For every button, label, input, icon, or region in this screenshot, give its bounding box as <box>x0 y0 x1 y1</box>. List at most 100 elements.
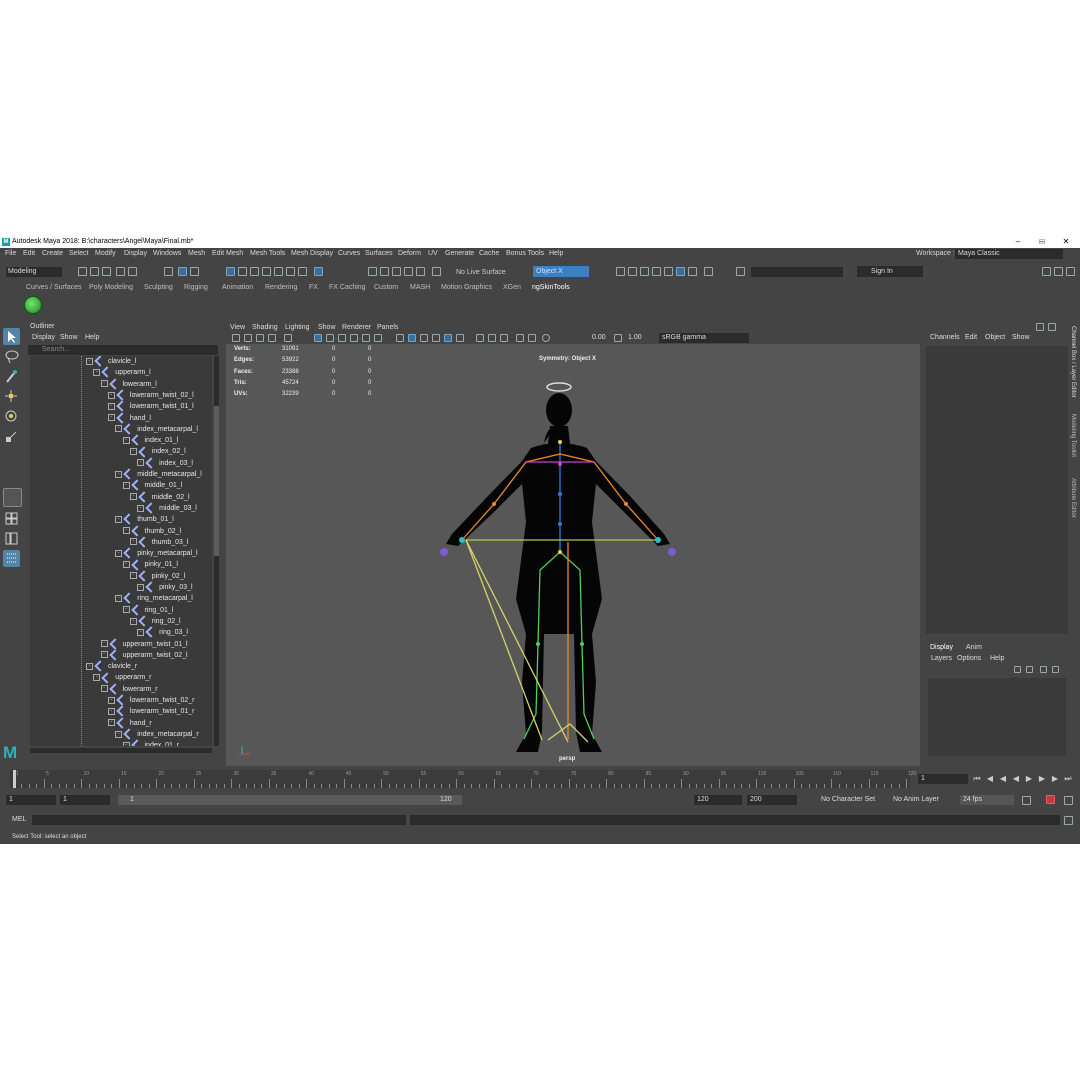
menu-select[interactable]: Select <box>69 250 88 257</box>
snap-surface-icon[interactable] <box>432 267 441 276</box>
expand-toggle-icon[interactable]: - <box>137 628 145 636</box>
playback-end-field[interactable]: 120 <box>694 795 742 805</box>
layer-tab-display[interactable]: Display <box>930 644 953 651</box>
side-tab-attribute-editor[interactable]: Attribute Editor <box>1070 478 1076 518</box>
outliner-node[interactable]: - ring_03_l <box>137 626 188 639</box>
channels-menu-show[interactable]: Show <box>1012 334 1030 341</box>
save-scene-icon[interactable] <box>102 267 111 276</box>
step-back-key-icon[interactable]: ◀ <box>985 774 995 784</box>
expand-toggle-icon[interactable]: - <box>93 674 101 682</box>
shelf-tab-fx[interactable]: FX <box>309 284 318 291</box>
symmetry-field[interactable]: Object X <box>533 266 589 277</box>
channel-box-settings-icon[interactable] <box>1048 323 1056 331</box>
expand-toggle-icon[interactable]: - <box>107 391 115 399</box>
expand-toggle-icon[interactable]: - <box>122 481 130 489</box>
menu-help[interactable]: Help <box>549 250 563 257</box>
step-back-frame-icon[interactable]: ◀ <box>998 774 1008 784</box>
menu-uv[interactable]: UV <box>428 250 438 257</box>
shelf-tab-rigging[interactable]: Rigging <box>184 284 208 291</box>
playback-start-field[interactable]: 1 <box>60 795 110 805</box>
outliner-horizontal-scrollbar[interactable] <box>30 748 212 753</box>
two-d-pan-icon[interactable] <box>268 334 276 342</box>
shelf-tab-fx-caching[interactable]: FX Caching <box>329 284 366 291</box>
paint-select-tool-icon[interactable] <box>3 368 20 385</box>
expand-toggle-icon[interactable]: - <box>137 459 145 467</box>
script-editor-icon[interactable] <box>1064 816 1073 825</box>
outliner-node[interactable]: - ring_01_l <box>122 604 173 616</box>
expand-toggle-icon[interactable]: - <box>115 730 123 738</box>
expand-toggle-icon[interactable]: - <box>122 527 130 535</box>
new-layer-icon[interactable] <box>1040 666 1047 673</box>
outliner-vertical-scrollbar[interactable] <box>214 356 219 746</box>
expand-toggle-icon[interactable]: - <box>115 425 123 433</box>
camera-attributes-icon[interactable] <box>232 334 240 342</box>
step-forward-frame-icon[interactable]: ▶ <box>1037 774 1047 784</box>
isolate-select-icon[interactable] <box>516 334 524 342</box>
expand-toggle-icon[interactable]: - <box>100 380 108 388</box>
ambient-occlusion-icon[interactable] <box>476 334 484 342</box>
expand-toggle-icon[interactable]: - <box>115 470 123 478</box>
select-by-joint-icon[interactable] <box>238 267 247 276</box>
expand-toggle-icon[interactable]: - <box>129 448 137 456</box>
menu-edit[interactable]: Edit <box>23 250 35 257</box>
persp-viewport[interactable]: Verts: 31091 0 0 Edges: 53922 0 0 Faces: 23388 0 0 T… <box>226 344 920 766</box>
field-chart-icon[interactable] <box>362 334 370 342</box>
shelf-tab-poly-modeling[interactable]: Poly Modeling <box>89 284 133 291</box>
viewport-menu-shading[interactable]: Shading <box>252 324 278 331</box>
make-live-icon[interactable] <box>416 267 425 276</box>
settings-icon[interactable] <box>1066 267 1075 276</box>
close-button[interactable]: ✕ <box>1054 236 1078 248</box>
mode-dropdown[interactable]: Modeling <box>6 267 62 277</box>
scale-tool-icon[interactable] <box>3 428 20 445</box>
menu-display[interactable]: Display <box>124 250 147 257</box>
scroll-thumb[interactable] <box>214 406 219 556</box>
outliner-node[interactable]: - pinky_02_l <box>129 570 185 582</box>
outliner-node[interactable]: - index_01_r <box>122 739 179 746</box>
exposure-icon[interactable] <box>542 334 550 342</box>
layer-menu-layers[interactable]: Layers <box>931 655 952 662</box>
redo-icon[interactable] <box>128 267 137 276</box>
layer-menu-options[interactable]: Options <box>957 655 981 662</box>
shelf-tab-xgen[interactable]: XGen <box>503 284 521 291</box>
layer-menu-help[interactable]: Help <box>990 655 1004 662</box>
command-language-label[interactable]: MEL <box>12 816 26 823</box>
exposure-value[interactable]: 0.00 <box>592 334 606 341</box>
grease-pencil-icon[interactable] <box>284 334 292 342</box>
shelf-tab-ngskintools[interactable]: ngSkinTools <box>532 284 570 291</box>
menu-create[interactable]: Create <box>42 250 63 257</box>
smooth-shade-icon[interactable] <box>408 334 416 342</box>
channels-menu-edit[interactable]: Edit <box>965 334 977 341</box>
grid-toggle-icon[interactable] <box>314 334 322 342</box>
outliner-node[interactable]: - index_metacarpal_r <box>115 728 199 740</box>
expand-toggle-icon[interactable]: - <box>122 741 130 746</box>
expand-toggle-icon[interactable]: - <box>115 594 123 602</box>
menu-modify[interactable]: Modify <box>95 250 116 257</box>
move-layer-down-icon[interactable] <box>1026 666 1033 673</box>
hypershade-icon[interactable] <box>664 267 673 276</box>
render-icon[interactable] <box>616 267 625 276</box>
gamma-icon[interactable] <box>614 334 622 342</box>
select-by-render-icon[interactable] <box>298 267 307 276</box>
modeling-toolkit-icon[interactable] <box>1054 267 1063 276</box>
outliner-node[interactable]: - hand_r <box>107 717 152 729</box>
undo-icon[interactable] <box>116 267 125 276</box>
loop-icon[interactable] <box>1022 796 1031 805</box>
expand-toggle-icon[interactable]: - <box>129 493 137 501</box>
outliner-node[interactable]: - ring_metacarpal_l <box>115 592 193 605</box>
character-model[interactable] <box>226 344 920 766</box>
layout-icon[interactable] <box>1042 267 1051 276</box>
outliner-node[interactable]: - middle_02_l <box>129 491 190 503</box>
outliner-layout-icon[interactable] <box>3 530 20 547</box>
new-layer-selected-icon[interactable] <box>1052 666 1059 673</box>
viewport-menu-panels[interactable]: Panels <box>377 324 398 331</box>
outliner-node[interactable]: - index_01_l <box>122 434 178 446</box>
select-by-curve-icon[interactable] <box>250 267 259 276</box>
outliner-menu-display[interactable]: Display <box>32 334 55 341</box>
minimize-button[interactable]: – <box>1006 236 1030 248</box>
channels-menu-channels[interactable]: Channels <box>930 334 960 341</box>
expand-toggle-icon[interactable]: - <box>107 402 115 410</box>
layer-tab-anim[interactable]: Anim <box>966 644 982 651</box>
xray-icon[interactable] <box>528 334 536 342</box>
motion-blur-icon[interactable] <box>488 334 496 342</box>
expand-toggle-icon[interactable]: - <box>107 707 115 715</box>
